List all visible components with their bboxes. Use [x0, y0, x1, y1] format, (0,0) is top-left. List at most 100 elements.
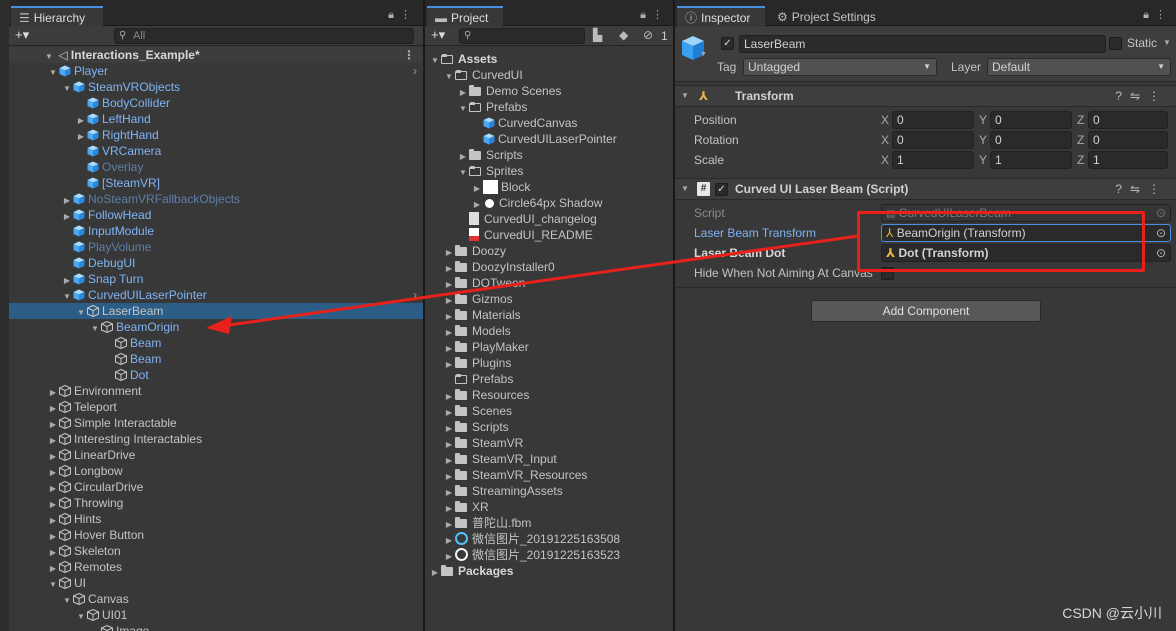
project-item[interactable]: ▶ DoozyInstaller0 — [425, 259, 673, 275]
project-item[interactable]: Prefabs — [425, 371, 673, 387]
open-prefab-chevron-icon[interactable]: › — [413, 287, 417, 303]
project-item[interactable]: ▶ StreamingAssets — [425, 483, 673, 499]
project-tab-controls[interactable]: 🔒︎⋮ — [640, 8, 669, 22]
hierarchy-item[interactable]: ▶ Environment — [9, 383, 423, 399]
project-item[interactable]: ▶ 微信图片_20191225163523 — [425, 547, 673, 563]
transform-x-field[interactable]: 1 — [892, 151, 974, 169]
hierarchy-item[interactable]: ▶ FollowHead — [9, 207, 423, 223]
kebab-menu-icon[interactable]: ⋮ — [400, 9, 417, 21]
object-name-field[interactable]: LaserBeam — [739, 35, 1106, 53]
lock-icon[interactable]: 🔒︎ — [1143, 9, 1155, 21]
collapsed-triangle-icon[interactable]: ▶ — [429, 565, 441, 581]
hierarchy-item[interactable]: ▶ Hover Button — [9, 527, 423, 543]
hierarchy-tab-controls[interactable]: 🔒︎⋮ — [388, 8, 417, 22]
hierarchy-item[interactable]: ▶ Throwing — [9, 495, 423, 511]
icon-dropdown-icon[interactable]: ▼ — [700, 51, 707, 58]
hierarchy-item[interactable]: ▶ Snap Turn — [9, 271, 423, 287]
tag-dropdown[interactable]: Untagged ▼ — [743, 58, 937, 76]
object-picker-icon[interactable]: ⊙ — [1156, 245, 1166, 261]
hidden-packages-icon[interactable]: ⊘ — [643, 28, 653, 42]
tab-project[interactable]: ▬ Project — [427, 6, 503, 26]
project-item[interactable]: ▶ Models — [425, 323, 673, 339]
fold-triangle-icon[interactable]: ▼ — [681, 179, 689, 199]
transform-z-field[interactable]: 0 — [1088, 131, 1168, 149]
add-object-button[interactable]: +▾ — [15, 27, 29, 43]
project-item[interactable]: ▼ CurvedUI — [425, 67, 673, 83]
hierarchy-item[interactable]: Overlay — [9, 159, 423, 175]
axis-y-label[interactable]: Y — [979, 110, 987, 130]
project-item[interactable]: ▶ XR — [425, 499, 673, 515]
hierarchy-item[interactable]: ▼ SteamVRObjects — [9, 79, 423, 95]
hierarchy-item[interactable]: ▼ CurvedUILaserPointer › — [9, 287, 423, 303]
hierarchy-item[interactable]: ▼ Player › — [9, 63, 423, 79]
project-item[interactable]: ▶ Plugins — [425, 355, 673, 371]
kebab-menu-icon[interactable]: ⋮ — [1155, 9, 1172, 21]
hierarchy-item[interactable]: ▶ Hints — [9, 511, 423, 527]
tab-project-settings[interactable]: ⚙ Project Settings — [769, 6, 884, 26]
hierarchy-item[interactable]: ▼ BeamOrigin — [9, 319, 423, 335]
kebab-menu-icon[interactable]: ⋮ — [652, 9, 669, 21]
project-item[interactable]: ▶ Materials — [425, 307, 673, 323]
hierarchy-item[interactable]: ▼ UI — [9, 575, 423, 591]
project-item[interactable]: ▶ Scripts — [425, 419, 673, 435]
hierarchy-item[interactable]: [SteamVR] — [9, 175, 423, 191]
lock-icon[interactable]: 🔒︎ — [640, 9, 652, 21]
hierarchy-item[interactable]: Dot — [9, 367, 423, 383]
open-prefab-chevron-icon[interactable]: › — [413, 63, 417, 79]
lock-icon[interactable]: 🔒︎ — [388, 9, 400, 21]
filter-type-icon[interactable]: ▙ — [593, 28, 602, 42]
hierarchy-item[interactable]: Beam — [9, 351, 423, 367]
hierarchy-item[interactable]: ▶ LinearDrive — [9, 447, 423, 463]
axis-z-label[interactable]: Z — [1077, 150, 1084, 170]
hierarchy-item[interactable]: ▼ LaserBeam — [9, 303, 423, 319]
hierarchy-search-input[interactable]: ⚲ All — [114, 28, 414, 44]
project-item[interactable]: ▼ Sprites — [425, 163, 673, 179]
project-item[interactable]: ▶ 微信图片_20191225163508 — [425, 531, 673, 547]
component-controls[interactable]: ?⇋⋮ — [1115, 86, 1168, 106]
active-checkbox[interactable]: ✓ — [721, 37, 734, 50]
project-item[interactable]: ▼ Prefabs — [425, 99, 673, 115]
project-item[interactable]: ▶ Packages — [425, 563, 673, 579]
object-picker-icon[interactable]: ⊙ — [1156, 225, 1166, 241]
tab-hierarchy[interactable]: ☰ Hierarchy — [11, 6, 103, 26]
transform-y-field[interactable]: 1 — [990, 151, 1072, 169]
hierarchy-item[interactable]: ▼ UI01 — [9, 607, 423, 623]
hierarchy-item[interactable]: DebugUI — [9, 255, 423, 271]
project-item[interactable]: ▶ 普陀山.fbm — [425, 515, 673, 531]
hierarchy-item[interactable]: ▶ Simple Interactable — [9, 415, 423, 431]
hierarchy-item[interactable]: ▶ Longbow — [9, 463, 423, 479]
transform-z-field[interactable]: 0 — [1088, 111, 1168, 129]
component-controls[interactable]: ?⇋⋮ — [1115, 179, 1168, 199]
hierarchy-item[interactable]: Image — [9, 623, 423, 631]
transform-header[interactable]: ▼ ⅄ Transform ?⇋⋮ — [675, 85, 1176, 107]
project-item[interactable]: CurvedCanvas — [425, 115, 673, 131]
axis-y-label[interactable]: Y — [979, 130, 987, 150]
hierarchy-item[interactable]: InputModule — [9, 223, 423, 239]
hierarchy-item[interactable]: VRCamera — [9, 143, 423, 159]
transform-y-field[interactable]: 0 — [990, 131, 1072, 149]
axis-x-label[interactable]: X — [881, 110, 889, 130]
layer-dropdown[interactable]: Default ▼ — [987, 58, 1171, 76]
static-checkbox[interactable] — [1109, 37, 1122, 50]
hierarchy-item[interactable]: BodyCollider — [9, 95, 423, 111]
project-item[interactable]: CurvedUILaserPointer — [425, 131, 673, 147]
transform-y-field[interactable]: 0 — [990, 111, 1072, 129]
hierarchy-item[interactable]: Beam — [9, 335, 423, 351]
project-item[interactable]: ▶ SteamVR — [425, 435, 673, 451]
transform-x-field[interactable]: 0 — [892, 111, 974, 129]
project-search-input[interactable]: ⚲ — [459, 28, 585, 44]
hierarchy-item[interactable]: ▶ CircularDrive — [9, 479, 423, 495]
project-item[interactable]: ▶ SteamVR_Resources — [425, 467, 673, 483]
inspector-tab-controls[interactable]: 🔒︎⋮ — [1143, 8, 1172, 22]
hierarchy-item[interactable]: PlayVolume — [9, 239, 423, 255]
project-item[interactable]: CurvedUI_README — [425, 227, 673, 243]
filter-label-icon[interactable]: ◆ — [619, 28, 628, 42]
add-component-button[interactable]: Add Component — [811, 300, 1041, 322]
axis-z-label[interactable]: Z — [1077, 130, 1084, 150]
axis-y-label[interactable]: Y — [979, 150, 987, 170]
project-item[interactable]: ▶ Scenes — [425, 403, 673, 419]
tab-inspector[interactable]: ⓘ Inspector — [677, 6, 765, 26]
scene-header-row[interactable]: ▼ ◁ Interactions_Example* ⋮ — [9, 47, 423, 63]
axis-z-label[interactable]: Z — [1077, 110, 1084, 130]
axis-x-label[interactable]: X — [881, 150, 889, 170]
